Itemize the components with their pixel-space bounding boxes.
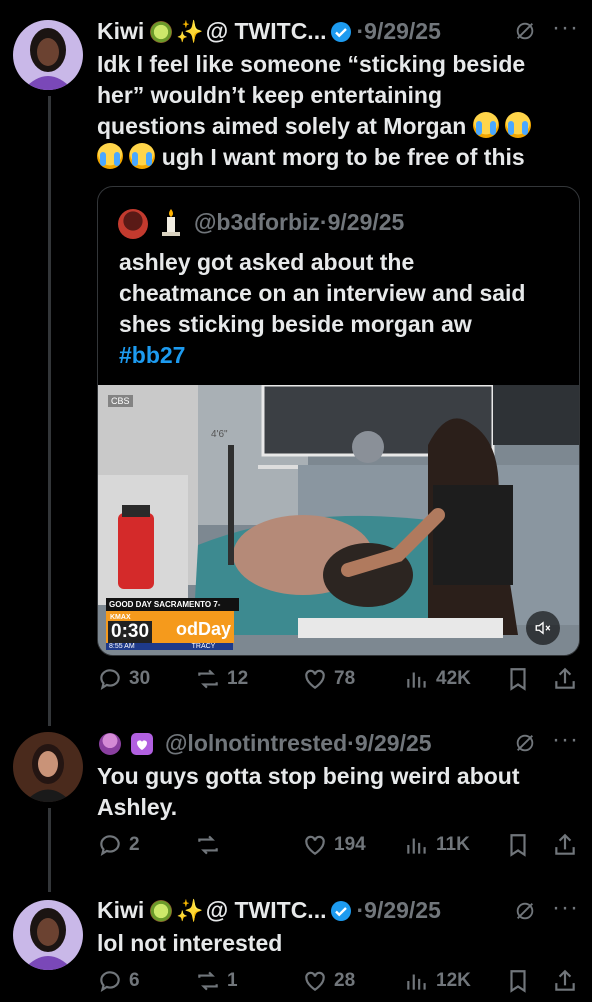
repost-button[interactable] [195,832,227,858]
more-icon[interactable]: ··· [552,14,579,42]
lower-third-sub: TRACY [174,643,233,650]
post-date[interactable]: 9/29/25 [355,730,432,757]
views-icon [407,974,426,990]
more-icon[interactable]: ··· [552,726,579,754]
purple-heart-icon [131,732,153,755]
post-text: lol not interested [97,930,283,956]
repost-button[interactable]: 12 [195,666,248,692]
quoted-post[interactable]: @b3dforbiz·9/29/25 ashley got asked abou… [97,186,580,656]
author-handle[interactable]: @lolnotintrested [165,730,347,757]
share-icon [555,833,575,855]
mute-icon[interactable] [526,611,560,645]
crying-emoji-icon [472,112,499,138]
like-button[interactable]: 28 [302,968,355,994]
reply-icon [100,835,120,857]
repost-icon [198,669,218,689]
bookmark-button[interactable] [505,832,537,858]
news-banner: GOOD DAY SACRAMENTO 7-11AM [106,598,239,622]
clock-label: 8:55 AM [106,643,174,650]
avatar[interactable] [13,732,83,802]
author-name[interactable]: Kiwi [97,18,144,45]
bookmark-button[interactable] [505,666,537,692]
repost-icon [198,835,218,855]
share-icon [555,667,575,689]
views-button[interactable]: 12K [404,968,471,994]
crying-emoji-icon [129,143,156,169]
avatar[interactable] [13,900,83,970]
quote-handle[interactable]: @b3dforbiz [194,209,320,235]
kiwi-icon [150,20,173,43]
like-icon [305,971,325,991]
grok-icon[interactable] [514,732,536,759]
share-button[interactable] [552,968,584,994]
crying-emoji-icon [97,143,123,169]
reply-button[interactable]: 2 [97,832,140,858]
sign-label: 4'6" [211,429,228,440]
network-bug: CBS [108,395,133,407]
post-date[interactable]: 9/29/25 [364,18,441,45]
like-icon [305,669,325,689]
author-handle[interactable]: @ TWITC... [206,897,327,924]
bookmark-icon [510,668,526,691]
sparkles-icon: ✨ [176,897,204,923]
avatar[interactable] [13,20,83,90]
verified-icon [330,900,352,922]
more-icon[interactable]: ··· [552,894,579,922]
reply-icon [100,971,120,993]
verified-icon [330,21,352,43]
post-text: You guys gotta stop being weird about As… [97,763,520,820]
post-actions: 30 12 78 42K [97,666,577,700]
quote-avatar [118,209,148,239]
grok-icon[interactable] [514,20,536,47]
views-button[interactable]: 42K [404,666,471,692]
station-logo-text: odDay [176,619,232,639]
post-actions: 6 1 28 12K [97,968,577,1002]
share-button[interactable] [552,832,584,858]
post-actions: 2 194 11K [97,832,577,866]
post-header: Kiwi ✨ @ TWITC... · 9/29/25 [97,897,441,924]
person-shrugging-icon [99,732,121,755]
like-button[interactable]: 78 [302,666,355,692]
thread-line [48,96,51,726]
video-timestamp: 0:30 [108,621,153,643]
reply-icon [100,669,120,691]
hashtag-link[interactable]: #bb27 [119,340,569,371]
candle-icon [160,207,182,242]
bookmark-icon [510,970,526,993]
bookmark-icon [510,834,526,857]
bookmark-button[interactable] [505,968,537,994]
author-handle[interactable]: @ TWITC... [206,18,327,45]
quote-text: ashley got asked about the cheatmance on… [119,247,569,371]
station-label: KMAX [110,614,131,621]
views-icon [407,672,426,688]
video-player[interactable]: CBS 4'6" GOOD DAY SACRAMENTO 7-11AM KMAX… [98,385,579,655]
like-button[interactable]: 194 [302,832,366,858]
views-icon [407,838,426,854]
post-header: @lolnotintrested · 9/29/25 [97,730,432,757]
sparkles-icon: ✨ [176,18,204,44]
grok-icon[interactable] [514,900,536,927]
post-date[interactable]: 9/29/25 [364,897,441,924]
views-button[interactable]: 11K [404,832,470,858]
quote-date[interactable]: 9/29/25 [328,209,405,235]
reply-button[interactable]: 30 [97,666,150,692]
share-button[interactable] [552,666,584,692]
share-icon [555,969,575,991]
repost-icon [198,971,218,991]
crying-emoji-icon [505,112,532,138]
thread-line [48,808,51,892]
post-text: Idk I feel like someone “sticking beside… [97,49,567,173]
repost-button[interactable]: 1 [195,968,238,994]
like-icon [305,835,325,855]
reply-button[interactable]: 6 [97,968,140,994]
author-name[interactable]: Kiwi [97,897,144,924]
kiwi-icon [150,899,173,922]
post-header: Kiwi ✨ @ TWITC... · 9/29/25 [97,18,441,45]
